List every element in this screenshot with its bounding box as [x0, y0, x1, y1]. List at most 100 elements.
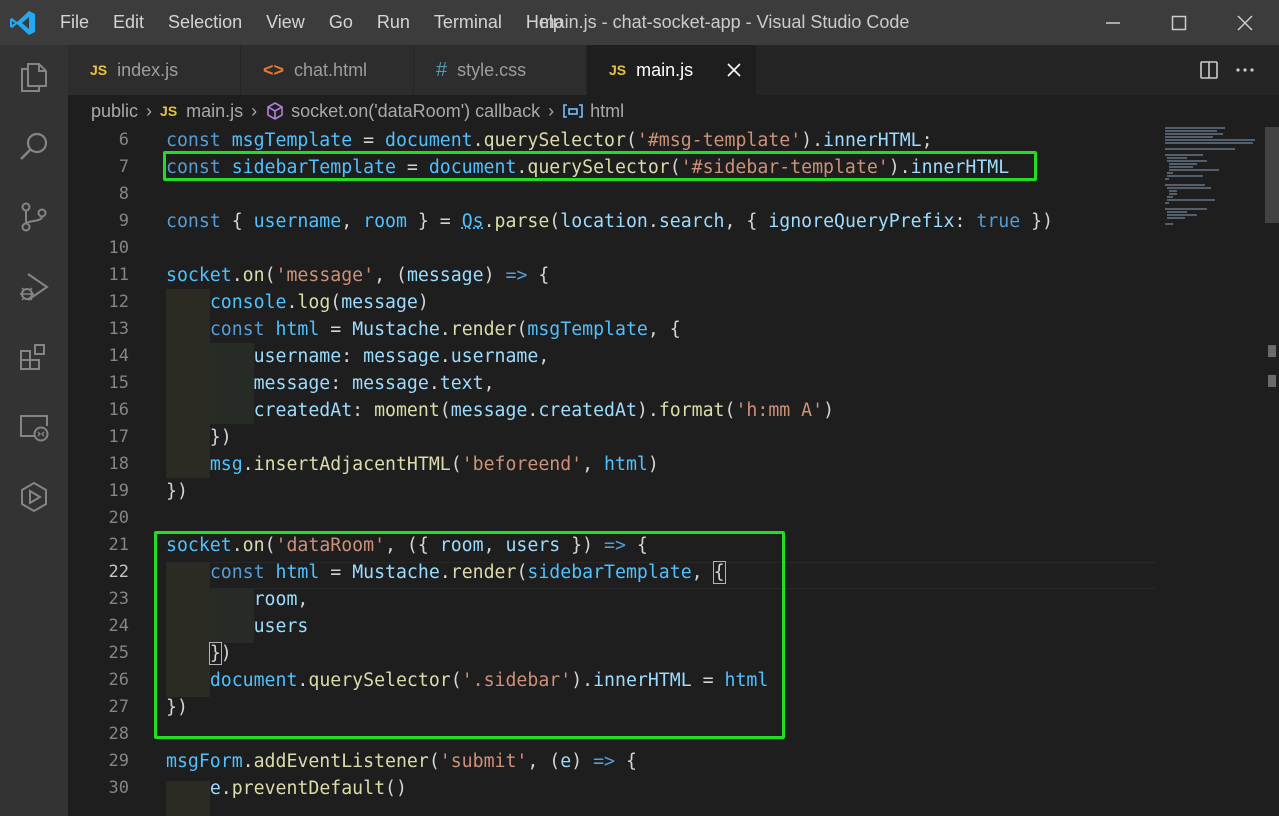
menu-run[interactable]: Run — [365, 0, 422, 45]
line-number: 19 — [108, 481, 129, 501]
line-number: 24 — [108, 616, 129, 636]
menu-go[interactable]: Go — [317, 0, 365, 45]
extensions-button[interactable] — [14, 337, 54, 377]
breadcrumb-file-label: main.js — [186, 100, 244, 121]
variable-symbol-icon — [563, 104, 583, 118]
breadcrumb-file[interactable]: JS main.js — [160, 101, 243, 122]
line-number: 9 — [118, 211, 129, 231]
run-debug-icon — [20, 273, 49, 301]
code-text: }) — [166, 481, 188, 502]
title-bar: File Edit Selection View Go Run Terminal… — [0, 0, 1279, 45]
live-share-button[interactable] — [14, 477, 54, 517]
line-number: 21 — [108, 535, 129, 555]
line-number: 27 — [108, 697, 129, 717]
close-window-button[interactable] — [1212, 0, 1278, 45]
code-line: 16 createdAt: moment(message.createdAt).… — [68, 397, 1168, 424]
line-number: 20 — [108, 508, 129, 528]
explorer-button[interactable] — [14, 57, 54, 97]
tab-index-js[interactable]: JS index.js — [68, 45, 241, 95]
line-number: 15 — [108, 373, 129, 393]
breadcrumb-symbol-label: socket.on('dataRoom') callback — [291, 100, 541, 121]
code-text: socket.on('message', (message) => { — [166, 265, 550, 286]
line-number: 23 — [108, 589, 129, 609]
vscode-logo-icon — [10, 11, 35, 35]
menu-file[interactable]: File — [48, 0, 101, 45]
close-icon — [1237, 14, 1253, 31]
code-line: 29 msgForm.addEventListener('submit', (e… — [68, 748, 1168, 775]
minimize-button[interactable] — [1080, 0, 1146, 45]
scrollbar-thumb[interactable] — [1265, 127, 1279, 223]
breadcrumb-variable-label: html — [590, 100, 625, 121]
code-text: const { username, room } = Qs.parse(loca… — [166, 211, 1054, 232]
code-line: 9 const { username, room } = Qs.parse(lo… — [68, 208, 1168, 235]
line-number: 6 — [118, 130, 129, 150]
code-line: 20 — [68, 505, 1168, 532]
line-number: 30 — [108, 778, 129, 798]
split-editor-button[interactable] — [1191, 52, 1227, 88]
close-tab-button[interactable] — [722, 58, 746, 82]
code-editor[interactable]: 6 const msgTemplate = document.querySele… — [68, 127, 1279, 816]
line-number: 29 — [108, 751, 129, 771]
source-control-button[interactable] — [14, 197, 54, 237]
code-line: 17 }) — [68, 424, 1168, 451]
run-debug-button[interactable] — [14, 267, 54, 307]
chevron-right-icon: › — [251, 100, 258, 121]
remote-explorer-button[interactable] — [14, 407, 54, 447]
search-button[interactable] — [14, 127, 54, 167]
menu-edit[interactable]: Edit — [101, 0, 156, 45]
code-line: 8 — [68, 181, 1168, 208]
scroll-marker — [1268, 375, 1276, 387]
tab-label: main.js — [636, 59, 694, 80]
breadcrumb-folder[interactable]: public — [91, 101, 138, 122]
more-actions-button[interactable] — [1227, 52, 1263, 88]
code-line: 18 msg.insertAdjacentHTML('beforeend', h… — [68, 451, 1168, 478]
maximize-button[interactable] — [1146, 0, 1212, 45]
code-text: e.preventDefault() — [209, 778, 407, 799]
editor-actions — [1191, 45, 1279, 95]
tab-chat-html[interactable]: <> chat.html — [241, 45, 414, 95]
tab-main-js[interactable]: JS main.js — [587, 45, 757, 95]
menu-selection[interactable]: Selection — [156, 0, 254, 45]
live-share-icon — [21, 481, 47, 513]
minimize-icon — [1106, 21, 1120, 24]
vertical-scrollbar[interactable] — [1265, 127, 1279, 816]
tab-style-css[interactable]: # style.css — [414, 45, 587, 95]
activity-bar — [0, 45, 68, 816]
breadcrumb-variable[interactable]: html — [562, 101, 624, 122]
javascript-file-icon: JS — [90, 62, 108, 78]
code-text: const html = Mustache.render(msgTemplate… — [209, 319, 681, 340]
close-icon — [727, 63, 741, 77]
minimap[interactable] — [1163, 127, 1263, 237]
css-file-icon: # — [436, 58, 448, 81]
line-number: 26 — [108, 670, 129, 690]
code-text: username: message.username, — [253, 346, 550, 367]
tab-label: style.css — [457, 59, 527, 80]
highlight-box-sidebar-template — [163, 151, 1037, 181]
menu-terminal[interactable]: Terminal — [422, 0, 514, 45]
tab-label: chat.html — [294, 59, 368, 80]
breadcrumb: public › JS main.js › socket.on('dataRoo… — [68, 95, 1279, 127]
line-number: 11 — [108, 265, 129, 285]
menu-view[interactable]: View — [254, 0, 317, 45]
code-text: msgForm.addEventListener('submit', (e) =… — [166, 751, 637, 772]
code-line: 12 console.log(message) — [68, 289, 1168, 316]
code-text: message: message.text, — [253, 373, 495, 394]
method-symbol-icon — [267, 102, 283, 120]
code-line: 10 — [68, 235, 1168, 262]
breadcrumb-symbol[interactable]: socket.on('dataRoom') callback — [265, 101, 540, 122]
chevron-right-icon: › — [548, 100, 555, 121]
code-text: }) — [166, 427, 232, 448]
line-number: 10 — [108, 238, 129, 258]
line-number: 12 — [108, 292, 129, 312]
code-line: 19 }) — [68, 478, 1168, 505]
code-line: 30 e.preventDefault() — [68, 775, 1168, 802]
editor-tabs: JS index.js <> chat.html # style.css JS … — [68, 45, 1279, 95]
menu-bar: File Edit Selection View Go Run Terminal… — [48, 0, 575, 45]
code-line: 13 const html = Mustache.render(msgTempl… — [68, 316, 1168, 343]
javascript-file-icon: JS — [160, 103, 178, 119]
extensions-icon — [20, 344, 45, 370]
menu-help[interactable]: Help — [514, 0, 575, 45]
line-number: 22 — [108, 562, 129, 582]
tab-label: index.js — [117, 59, 179, 80]
explorer-icon — [21, 63, 47, 92]
